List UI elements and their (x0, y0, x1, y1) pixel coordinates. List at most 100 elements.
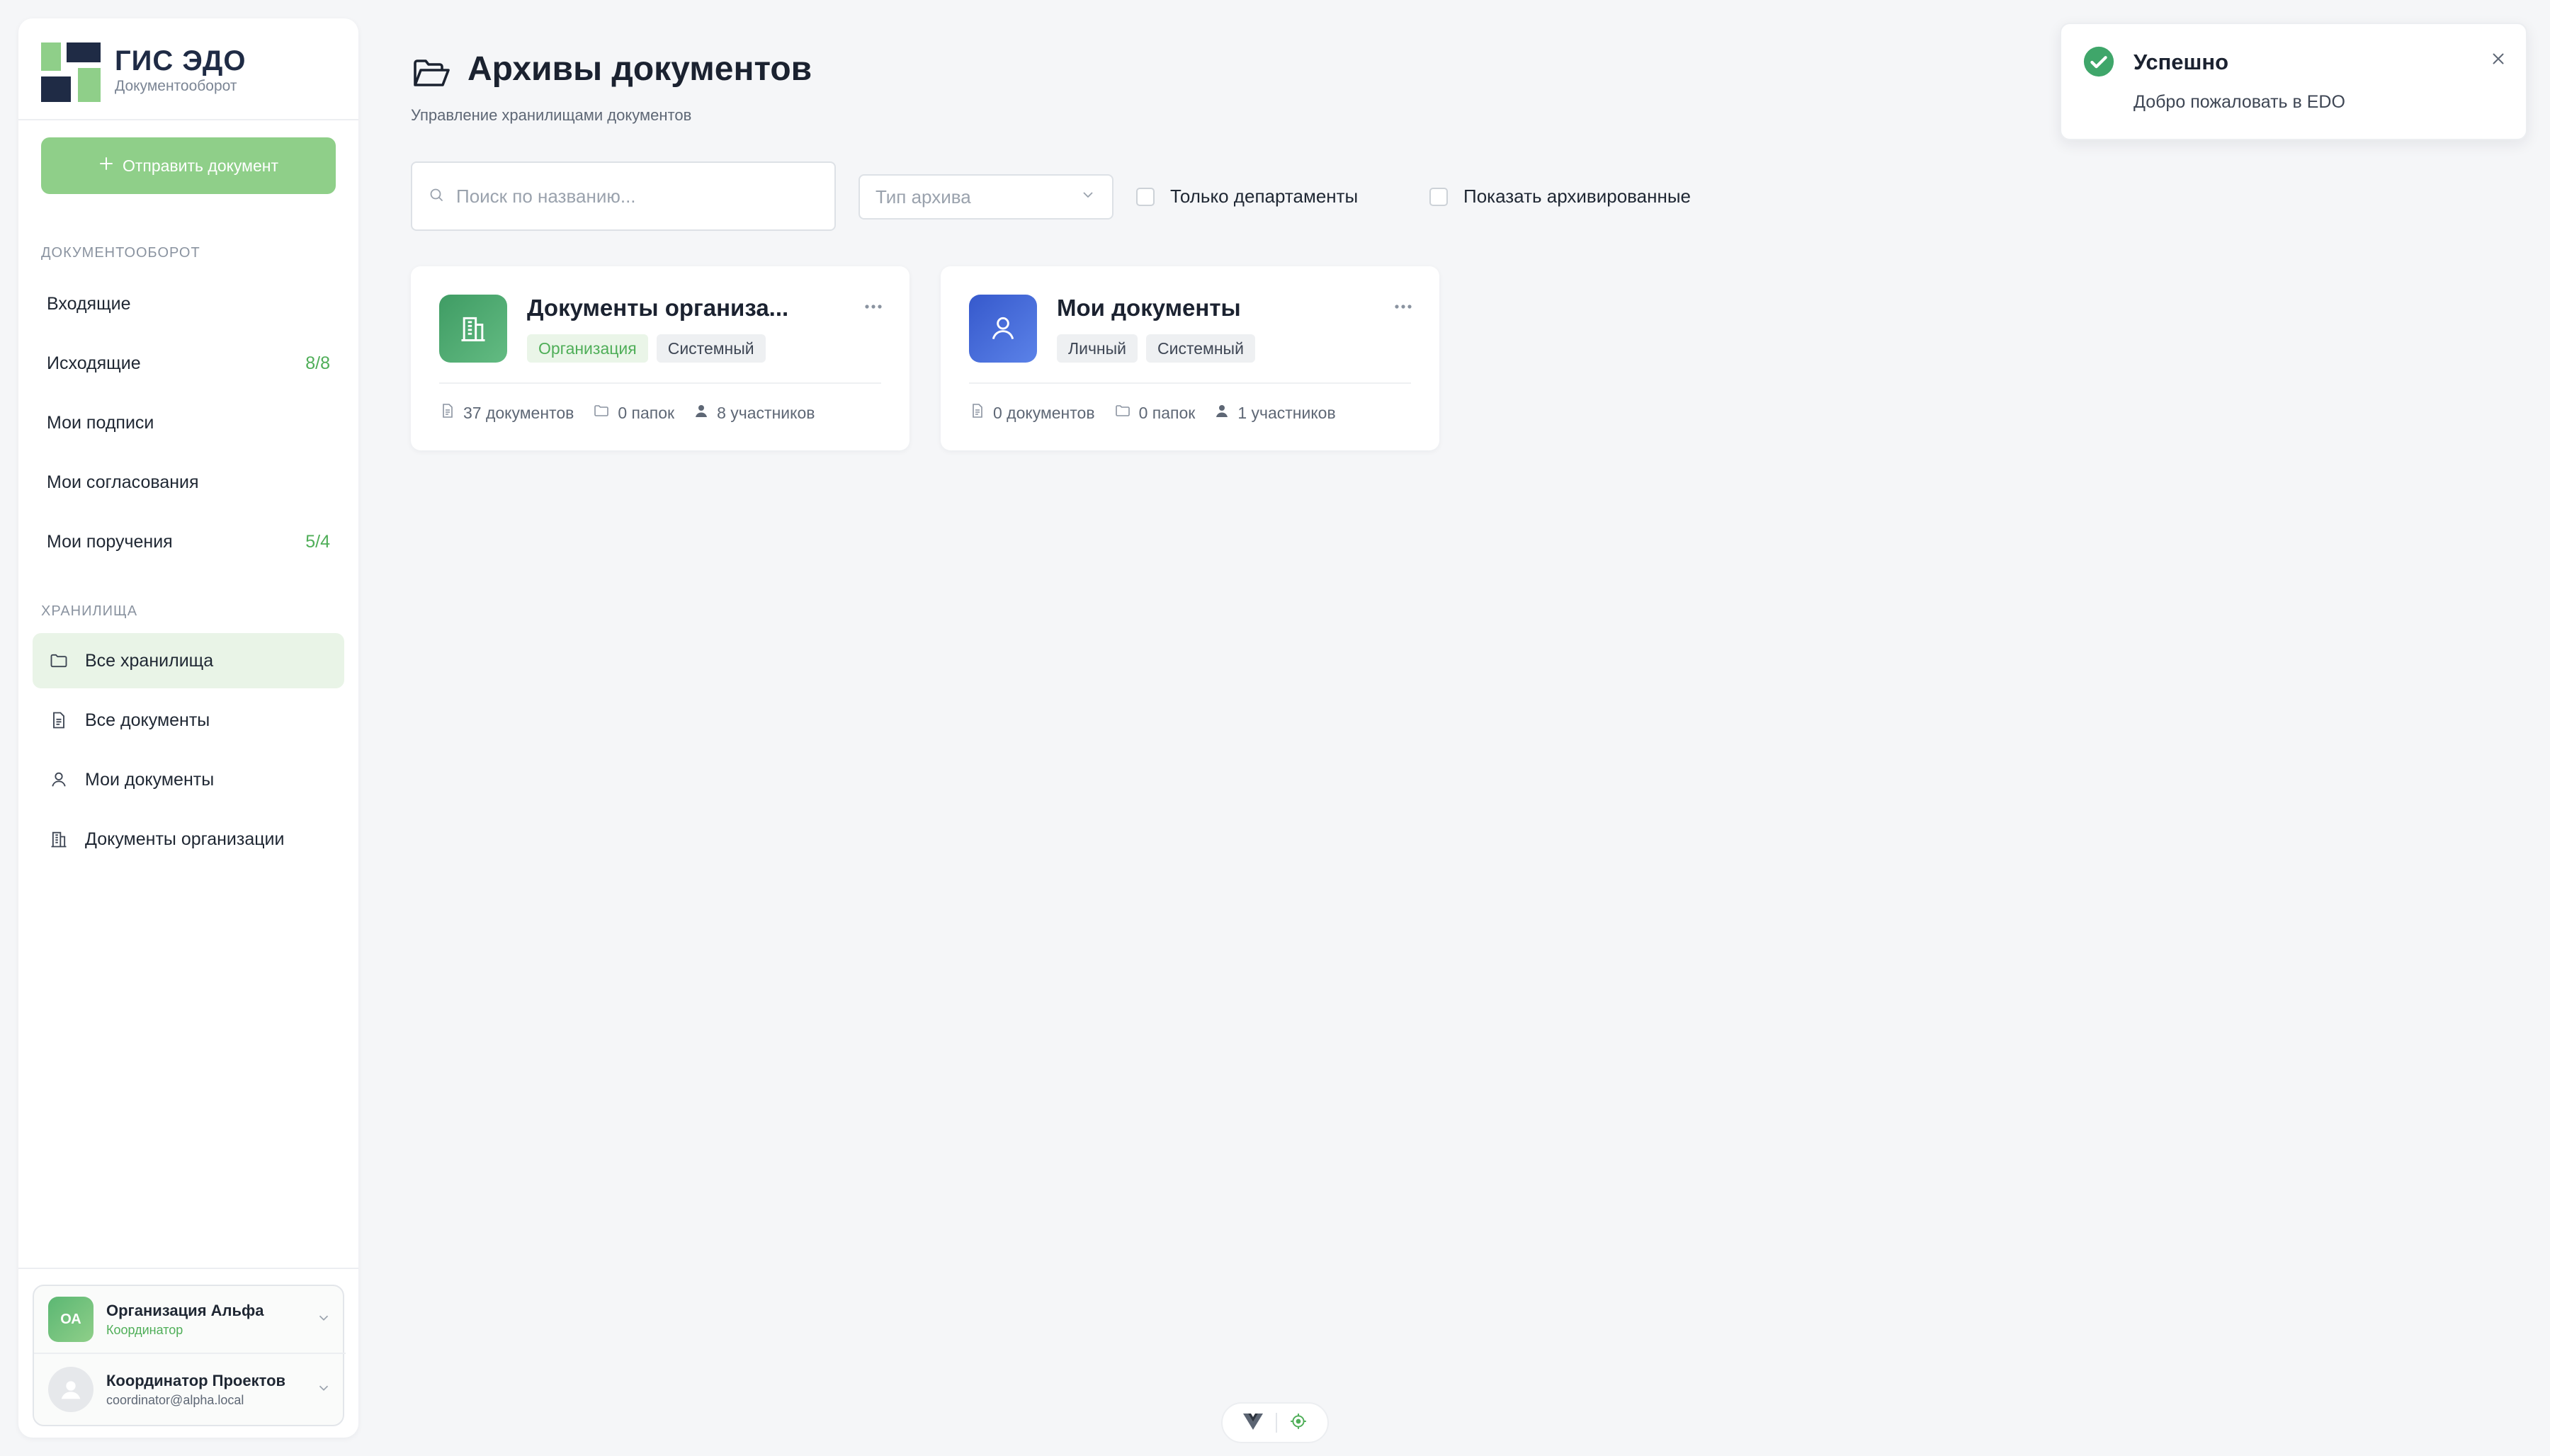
organization-switcher[interactable]: ОА Организация Альфа Координатор (34, 1286, 346, 1354)
org-avatar: ОА (48, 1297, 94, 1342)
sidebar-item-label: Все хранилища (85, 650, 214, 671)
folders-count: 0 папок (618, 403, 675, 422)
dev-toolbar (1221, 1402, 1329, 1443)
documents-stat: 0 документов (969, 402, 1095, 423)
archive-card-personal[interactable]: Мои документы Личный Системный 0 докумен… (941, 266, 1439, 450)
departments-only-checkbox[interactable]: Только департаменты (1136, 186, 1358, 207)
page-subtitle: Управление хранилищами документов (411, 106, 692, 124)
documents-stat: 37 документов (439, 402, 574, 423)
brand-subtitle: Документооборот (115, 78, 237, 94)
close-icon[interactable] (2489, 50, 2508, 72)
sidebar-item-org-documents[interactable]: Документы организации (33, 812, 344, 867)
user-email: coordinator@alpha.local (106, 1392, 244, 1407)
folders-stat: 0 папок (1114, 402, 1196, 423)
folder-icon (1114, 402, 1132, 423)
chevron-down-icon (316, 1310, 332, 1329)
checkbox-box[interactable] (1136, 187, 1155, 206)
section-label-docflow: Документооборот (41, 245, 200, 261)
more-options-icon[interactable] (1394, 300, 1412, 313)
members-count: 8 участников (717, 403, 815, 422)
sidebar-item-label: Мои документы (85, 769, 215, 790)
tag-system: Системный (656, 334, 766, 363)
archive-type-select[interactable]: Тип архива (858, 174, 1114, 220)
account-switcher: ОА Организация Альфа Координатор Координ… (18, 1268, 358, 1438)
document-icon (439, 402, 456, 423)
tag-personal: Личный (1057, 334, 1138, 363)
outgoing-count-badge: 8/8 (305, 353, 330, 373)
card-divider (969, 382, 1411, 384)
search-icon (428, 186, 445, 207)
members-stat: 1 участников (1213, 402, 1336, 423)
checkbox-box[interactable] (1429, 187, 1448, 206)
sidebar-item-my-signatures[interactable]: Мои подписи (33, 395, 344, 450)
chevron-down-icon (1080, 186, 1096, 208)
account-card: ОА Организация Альфа Координатор Координ… (33, 1285, 346, 1426)
success-toast: Успешно Добро пожаловать в EDO (2060, 23, 2527, 140)
main-content: Архивы документов Управление хранилищами… (377, 18, 2536, 1438)
members-stat: 8 участников (693, 402, 815, 423)
folders-count: 0 папок (1138, 403, 1196, 422)
logo-icon (41, 42, 101, 102)
assignments-count-badge: 5/4 (305, 531, 330, 552)
send-document-button[interactable]: Отправить документ (41, 137, 336, 194)
sidebar-item-outgoing[interactable]: Исходящие 8/8 (33, 336, 344, 391)
chevron-down-icon (316, 1380, 332, 1399)
folders-stat: 0 папок (592, 402, 674, 423)
user-icon (1213, 402, 1230, 423)
toast-title: Успешно (2134, 50, 2229, 74)
card-divider (439, 382, 881, 384)
sidebar: ГИС ЭДО Документооборот Отправить докуме… (18, 18, 358, 1438)
sidebar-item-label: Мои подписи (47, 412, 154, 433)
inspector-icon[interactable] (1289, 1412, 1308, 1434)
user-avatar-icon (48, 1367, 94, 1412)
folder-icon (592, 402, 611, 423)
section-label-storage: Хранилища (41, 603, 138, 619)
tag-organization: Организация (527, 334, 648, 363)
folder-icon (47, 649, 71, 673)
sidebar-item-incoming[interactable]: Входящие (33, 276, 344, 331)
members-count: 1 участников (1237, 403, 1336, 422)
sidebar-item-my-documents[interactable]: Мои документы (33, 752, 344, 807)
user-menu[interactable]: Координатор Проектов coordinator@alpha.l… (34, 1355, 346, 1423)
folder-open-icon (412, 57, 452, 94)
card-title: Мои документы (1057, 295, 1241, 321)
sidebar-item-my-approvals[interactable]: Мои согласования (33, 455, 344, 510)
tag-system: Системный (1146, 334, 1255, 363)
more-options-icon[interactable] (864, 300, 883, 313)
sidebar-item-my-assignments[interactable]: Мои поручения 5/4 (33, 514, 344, 569)
user-icon (969, 295, 1037, 363)
vue-logo-icon[interactable] (1242, 1412, 1264, 1434)
check-circle-icon (2082, 45, 2115, 81)
toast-message: Добро пожаловать в EDO (2134, 92, 2345, 112)
sidebar-item-all-storages[interactable]: Все хранилища (33, 633, 344, 688)
search-field[interactable] (411, 161, 836, 231)
sidebar-item-label: Исходящие (47, 353, 141, 373)
sidebar-item-label: Документы организации (85, 829, 285, 849)
card-title: Документы организа... (527, 295, 789, 321)
search-input[interactable] (455, 184, 819, 208)
sidebar-item-label: Мои согласования (47, 472, 199, 492)
org-name: Организация Альфа (106, 1301, 264, 1319)
user-name: Координатор Проектов (106, 1371, 286, 1389)
archive-card-organization[interactable]: Документы организа... Организация Систем… (411, 266, 910, 450)
brand-header: ГИС ЭДО Документооборот (18, 18, 358, 120)
document-icon (969, 402, 986, 423)
page-title: Архивы документов (468, 50, 812, 88)
org-role: Координатор (106, 1322, 183, 1337)
send-document-label: Отправить документ (122, 156, 279, 175)
user-icon (693, 402, 710, 423)
sidebar-item-label: Все документы (85, 710, 210, 730)
building-icon (439, 295, 507, 363)
user-icon (47, 768, 71, 792)
departments-only-label: Только департаменты (1170, 186, 1359, 207)
brand-title: ГИС ЭДО (115, 45, 246, 76)
documents-count: 37 документов (463, 403, 574, 422)
plus-icon (98, 156, 114, 176)
show-archived-checkbox[interactable]: Показать архивированные (1429, 186, 1691, 207)
archive-type-placeholder: Тип архива (876, 186, 971, 207)
sidebar-item-all-documents[interactable]: Все документы (33, 693, 344, 748)
documents-count: 0 документов (993, 403, 1095, 422)
show-archived-label: Показать архивированные (1463, 186, 1692, 207)
sidebar-item-label: Мои поручения (47, 531, 173, 552)
document-icon (47, 708, 71, 732)
